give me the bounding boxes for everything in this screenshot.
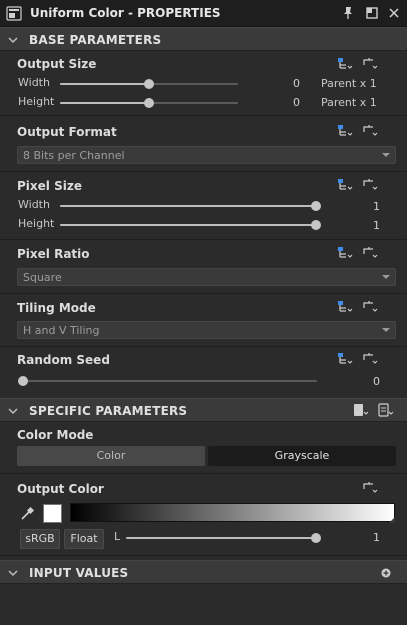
color-mode-group: Color Mode Color Grayscale: [0, 422, 407, 474]
link-parameter-icon[interactable]: [362, 177, 380, 193]
expose-parameter-icon[interactable]: [337, 299, 355, 315]
preset-list-icon[interactable]: [377, 402, 395, 418]
output-size-group: Output Size Width 0 Parent x 1 Height 0 …: [0, 51, 407, 116]
width-label: Width: [18, 76, 50, 89]
height-label: Height: [18, 95, 55, 108]
chevron-down-icon: [382, 328, 390, 332]
section-label: INPUT VALUES: [29, 566, 129, 580]
pixel-ratio-group: Pixel Ratio Square: [0, 240, 407, 294]
expose-parameter-icon[interactable]: [337, 56, 355, 72]
pixel-ratio-selected: Square: [23, 271, 62, 284]
chevron-down-icon: [382, 153, 390, 157]
chevron-down-icon: [382, 275, 390, 279]
link-parameter-icon[interactable]: [362, 480, 380, 496]
panel-title: Uniform Color - PROPERTIES: [30, 6, 221, 20]
height-value[interactable]: 0: [250, 96, 300, 109]
input-values-header[interactable]: INPUT VALUES: [0, 560, 407, 584]
link-parameter-icon[interactable]: [362, 245, 380, 261]
output-color-title: Output Color: [17, 482, 104, 496]
chevron-down-icon: [8, 37, 18, 44]
output-color-group: Output Color sRGB Float L 1: [0, 475, 407, 556]
height-slider-fill: [60, 102, 149, 104]
expose-parameter-icon[interactable]: [337, 351, 355, 367]
preset-icon[interactable]: [352, 402, 370, 418]
section-label: SPECIFIC PARAMETERS: [29, 404, 188, 418]
output-format-title: Output Format: [17, 125, 117, 139]
tiling-mode-group: Tiling Mode H and V Tiling: [0, 294, 407, 347]
section-label: BASE PARAMETERS: [29, 33, 162, 47]
pixel-size-title: Pixel Size: [17, 179, 82, 193]
close-icon[interactable]: [386, 5, 402, 21]
pixel-width-slider-handle[interactable]: [311, 201, 321, 211]
width-slider-fill: [60, 83, 149, 85]
app-icon: [6, 6, 22, 21]
pin-icon[interactable]: [340, 5, 356, 21]
link-parameter-icon[interactable]: [362, 351, 380, 367]
tiling-mode-title: Tiling Mode: [17, 301, 96, 315]
eyedropper-icon[interactable]: [19, 506, 35, 522]
height-slider-handle[interactable]: [144, 98, 154, 108]
output-format-selected: 8 Bits per Channel: [23, 149, 125, 162]
pixel-ratio-title: Pixel Ratio: [17, 247, 90, 261]
luminance-slider-fill: [126, 537, 316, 539]
base-parameters-header[interactable]: BASE PARAMETERS: [0, 27, 407, 51]
output-size-title: Output Size: [17, 57, 97, 71]
luminance-slider-handle[interactable]: [311, 533, 321, 543]
expose-parameter-icon[interactable]: [337, 177, 355, 193]
random-seed-slider-track[interactable]: [23, 380, 317, 382]
pixel-ratio-dropdown[interactable]: Square: [17, 268, 396, 286]
grayscale-gradient-bar[interactable]: [70, 503, 395, 522]
panel-titlebar: Uniform Color - PROPERTIES: [0, 0, 407, 27]
output-format-dropdown[interactable]: 8 Bits per Channel: [17, 146, 396, 164]
pixel-width-label: Width: [18, 198, 50, 211]
random-seed-slider-handle[interactable]: [18, 376, 28, 386]
specific-parameters-header[interactable]: SPECIFIC PARAMETERS: [0, 398, 407, 422]
link-parameter-icon[interactable]: [362, 56, 380, 72]
tiling-mode-dropdown[interactable]: H and V Tiling: [17, 321, 396, 339]
pixel-height-label: Height: [18, 217, 55, 230]
color-mode-color-option[interactable]: Color: [17, 446, 205, 466]
width-slider-handle[interactable]: [144, 79, 154, 89]
luminance-label: L: [114, 530, 121, 543]
pixel-height-slider-handle[interactable]: [311, 220, 321, 230]
output-format-group: Output Format 8 Bits per Channel: [0, 117, 407, 172]
expose-parameter-icon[interactable]: [337, 123, 355, 139]
luminance-value[interactable]: 1: [330, 531, 380, 544]
gradient-handle-icon[interactable]: [389, 517, 395, 523]
height-parent-multiplier[interactable]: Parent x 1: [321, 96, 377, 109]
chevron-down-icon: [8, 408, 18, 415]
pixel-width-slider-fill: [60, 205, 316, 207]
expose-parameter-icon[interactable]: [337, 245, 355, 261]
pixel-height-slider-fill: [60, 224, 316, 226]
color-mode-title: Color Mode: [17, 428, 94, 442]
window-icon[interactable]: [364, 5, 380, 21]
width-value[interactable]: 0: [250, 77, 300, 90]
chevron-down-icon: [8, 570, 18, 577]
pixel-height-value[interactable]: 1: [330, 219, 380, 232]
color-mode-grayscale-option[interactable]: Grayscale: [208, 446, 396, 466]
pixel-size-group: Pixel Size Width 1 Height 1: [0, 172, 407, 240]
add-icon[interactable]: [381, 568, 391, 578]
tiling-mode-selected: H and V Tiling: [23, 324, 100, 337]
color-swatch[interactable]: [43, 504, 62, 523]
link-parameter-icon[interactable]: [362, 123, 380, 139]
pixel-width-value[interactable]: 1: [330, 200, 380, 213]
random-seed-title: Random Seed: [17, 353, 110, 367]
random-seed-value[interactable]: 0: [330, 375, 380, 388]
link-parameter-icon[interactable]: [362, 299, 380, 315]
width-parent-multiplier[interactable]: Parent x 1: [321, 77, 377, 90]
random-seed-group: Random Seed 0: [0, 347, 407, 398]
srgb-button[interactable]: sRGB: [20, 529, 60, 549]
float-button[interactable]: Float: [64, 529, 104, 549]
